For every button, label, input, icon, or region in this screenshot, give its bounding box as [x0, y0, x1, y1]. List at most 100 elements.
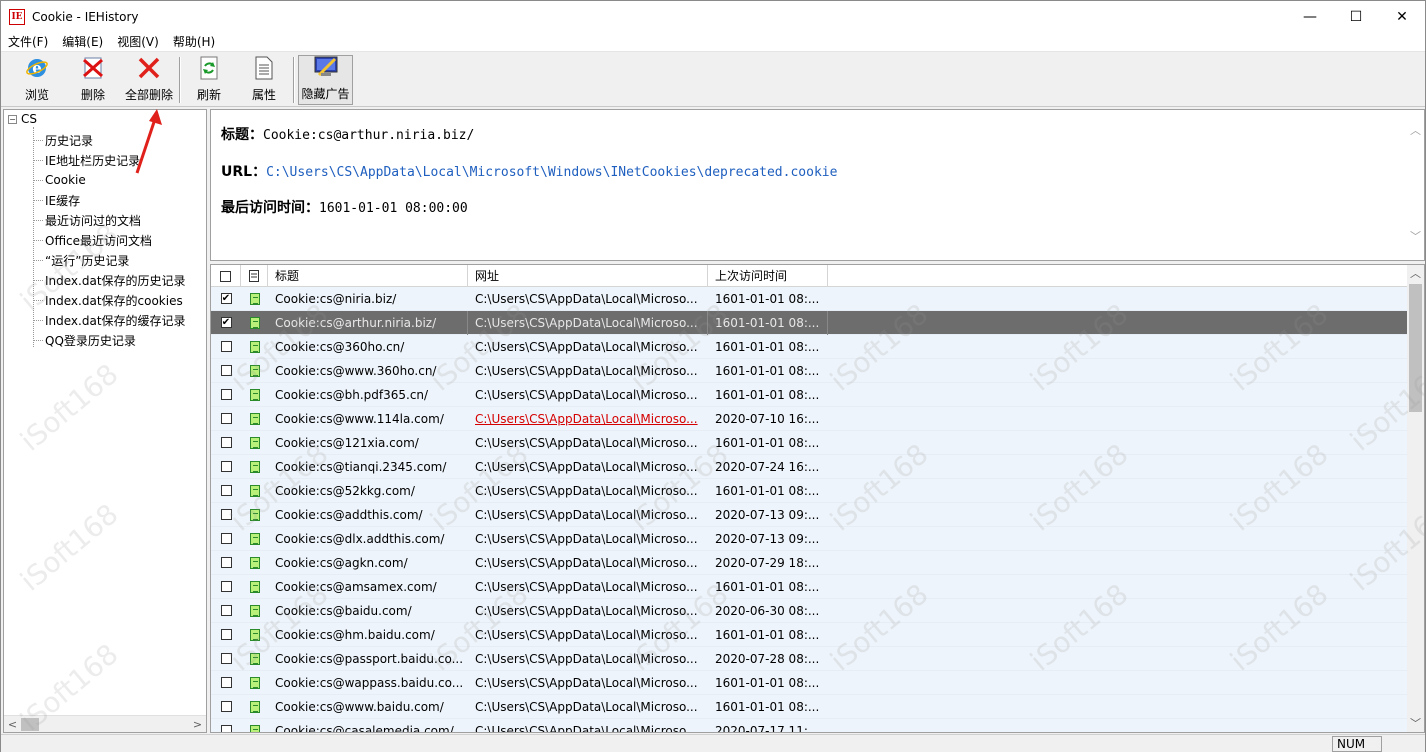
table-row[interactable]: Cookie:cs@casalemedia.com/C:\Users\CS\Ap…: [211, 719, 1409, 732]
checkbox-icon[interactable]: [220, 365, 232, 376]
row-checkbox[interactable]: [211, 527, 241, 551]
tree-item-ie-cache[interactable]: IE缓存: [34, 190, 80, 210]
column-header-url[interactable]: 网址: [468, 265, 708, 287]
close-button[interactable]: ✕: [1379, 1, 1425, 32]
tree-item-cookie[interactable]: Cookie: [34, 170, 86, 190]
row-checkbox[interactable]: [211, 695, 241, 719]
menu-file[interactable]: 文件(F): [1, 32, 55, 52]
column-icon-header[interactable]: [241, 265, 268, 287]
row-checkbox[interactable]: [211, 479, 241, 503]
delete-button[interactable]: 删除: [65, 55, 121, 105]
row-checkbox[interactable]: [211, 431, 241, 455]
checkbox-icon[interactable]: [220, 341, 232, 352]
row-checkbox[interactable]: [211, 719, 241, 732]
row-checkbox[interactable]: [211, 623, 241, 647]
checkbox-icon[interactable]: [220, 653, 232, 664]
maximize-button[interactable]: ☐: [1333, 1, 1379, 32]
scroll-down-icon[interactable]: ﹀: [1407, 715, 1424, 732]
tree-item-run-history[interactable]: “运行”历史记录: [34, 250, 129, 270]
tree-horizontal-scrollbar[interactable]: < >: [4, 715, 206, 732]
checkbox-checked-icon[interactable]: ✔: [220, 293, 232, 304]
row-checkbox[interactable]: [211, 335, 241, 359]
checkbox-icon[interactable]: [220, 677, 232, 688]
row-url[interactable]: C:\Users\CS\AppData\Local\Microso...: [468, 407, 708, 431]
table-row[interactable]: Cookie:cs@wappass.baidu.co... C:\Users\CS…: [211, 671, 1409, 695]
tree-item-indexdat-cookies[interactable]: Index.dat保存的cookies: [34, 290, 183, 310]
row-checkbox[interactable]: [211, 647, 241, 671]
scroll-down-icon[interactable]: ﹀: [1407, 228, 1424, 245]
checkbox-icon[interactable]: [220, 605, 232, 616]
tree-item-ie-address-history[interactable]: IE地址栏历史记录: [34, 150, 140, 170]
row-checkbox[interactable]: [211, 575, 241, 599]
checkbox-icon[interactable]: [220, 581, 232, 592]
browse-button[interactable]: e 浏览: [9, 55, 65, 105]
menu-edit[interactable]: 编辑(E): [55, 32, 110, 52]
checkbox-checked-icon[interactable]: ✔: [220, 317, 232, 328]
table-row[interactable]: Cookie:cs@www.114la.com/C:\Users\CS\AppD…: [211, 407, 1409, 431]
delete-all-button[interactable]: 全部删除: [121, 55, 177, 105]
table-row[interactable]: Cookie:cs@hm.baidu.com/C:\Users\CS\AppDa…: [211, 623, 1409, 647]
column-header-title[interactable]: 标题: [268, 265, 468, 287]
row-checkbox[interactable]: [211, 599, 241, 623]
checkbox-icon[interactable]: [220, 557, 232, 568]
refresh-button[interactable]: 刷新: [183, 55, 235, 105]
checkbox-icon[interactable]: [220, 725, 232, 732]
row-checkbox[interactable]: [211, 359, 241, 383]
tree-item-indexdat-cache[interactable]: Index.dat保存的缓存记录: [34, 310, 186, 330]
detail-url-value[interactable]: C:\Users\CS\AppData\Local\Microsoft\Wind…: [266, 165, 837, 180]
checkbox-icon[interactable]: [220, 509, 232, 520]
list-vertical-scrollbar[interactable]: ︿ ﹀: [1407, 265, 1424, 732]
checkbox-icon[interactable]: [220, 701, 232, 712]
row-checkbox[interactable]: [211, 407, 241, 431]
checkbox-icon[interactable]: [220, 629, 232, 640]
checkbox-icon[interactable]: [220, 413, 232, 424]
table-row[interactable]: Cookie:cs@www.360ho.cn/C:\Users\CS\AppDa…: [211, 359, 1409, 383]
hide-ads-button[interactable]: 隐藏广告: [298, 55, 353, 105]
tree-item-office-recent[interactable]: Office最近访问文档: [34, 230, 152, 250]
menu-help[interactable]: 帮助(H): [166, 32, 222, 52]
table-row[interactable]: Cookie:cs@agkn.com/C:\Users\CS\AppData\L…: [211, 551, 1409, 575]
table-row[interactable]: Cookie:cs@121xia.com/C:\Users\CS\AppData…: [211, 431, 1409, 455]
table-row[interactable]: Cookie:cs@amsamex.com/C:\Users\CS\AppDat…: [211, 575, 1409, 599]
tree-item-qq-login[interactable]: QQ登录历史记录: [34, 330, 136, 350]
table-row[interactable]: Cookie:cs@dlx.addthis.com/C:\Users\CS\Ap…: [211, 527, 1409, 551]
minimize-icon[interactable]: —: [1287, 1, 1333, 32]
checkbox-icon[interactable]: [220, 461, 232, 472]
tree-item-indexdat-history[interactable]: Index.dat保存的历史记录: [34, 270, 186, 290]
table-row[interactable]: Cookie:cs@addthis.com/C:\Users\CS\AppDat…: [211, 503, 1409, 527]
checkbox-icon[interactable]: [220, 485, 232, 496]
table-row[interactable]: ✔ Cookie:cs@arthur.niria.biz/C:\Users\CS\…: [211, 310, 1409, 335]
row-checkbox[interactable]: [211, 551, 241, 575]
scroll-up-icon[interactable]: ︿: [1407, 122, 1424, 139]
table-row[interactable]: Cookie:cs@52kkg.com/C:\Users\CS\AppData\…: [211, 479, 1409, 503]
table-row[interactable]: Cookie:cs@bh.pdf365.cn/C:\Users\CS\AppDa…: [211, 383, 1409, 407]
table-row[interactable]: Cookie:cs@www.baidu.com/C:\Users\CS\AppD…: [211, 695, 1409, 719]
row-checkbox[interactable]: [211, 503, 241, 527]
properties-button[interactable]: 属性: [237, 55, 291, 105]
table-row[interactable]: Cookie:cs@360ho.cn/C:\Users\CS\AppData\L…: [211, 335, 1409, 359]
scroll-left-icon[interactable]: <: [4, 716, 21, 732]
column-header-time[interactable]: 上次访问时间: [708, 265, 828, 287]
table-row[interactable]: Cookie:cs@tianqi.2345.com/C:\Users\CS\Ap…: [211, 455, 1409, 479]
collapse-icon[interactable]: −: [8, 114, 17, 124]
checkbox-icon[interactable]: [220, 270, 231, 282]
table-row[interactable]: Cookie:cs@passport.baidu.co... C:\Users\C…: [211, 647, 1409, 671]
detail-vertical-scrollbar[interactable]: ︿ ﹀: [1407, 110, 1424, 260]
scroll-thumb[interactable]: [1409, 284, 1422, 412]
checkbox-icon[interactable]: [220, 389, 232, 400]
table-row[interactable]: Cookie:cs@baidu.com/C:\Users\CS\AppData\…: [211, 599, 1409, 623]
tree-root[interactable]: − CS: [8, 112, 37, 126]
checkbox-icon[interactable]: [220, 533, 232, 544]
row-checkbox[interactable]: [211, 455, 241, 479]
row-checkbox[interactable]: [211, 671, 241, 695]
row-checkbox[interactable]: ✔: [211, 287, 241, 311]
menu-view[interactable]: 视图(V): [110, 32, 166, 52]
tree-item-recent-docs[interactable]: 最近访问过的文档: [34, 210, 141, 230]
tree-item-history[interactable]: 历史记录: [34, 130, 93, 150]
row-checkbox[interactable]: [211, 383, 241, 407]
row-checkbox[interactable]: ✔: [211, 311, 241, 335]
select-all-checkbox[interactable]: [211, 265, 241, 287]
scroll-right-icon[interactable]: >: [189, 716, 206, 732]
table-row[interactable]: ✔ Cookie:cs@niria.biz/C:\Users\CS\AppData…: [211, 287, 1409, 311]
scroll-up-icon[interactable]: ︿: [1407, 265, 1424, 282]
